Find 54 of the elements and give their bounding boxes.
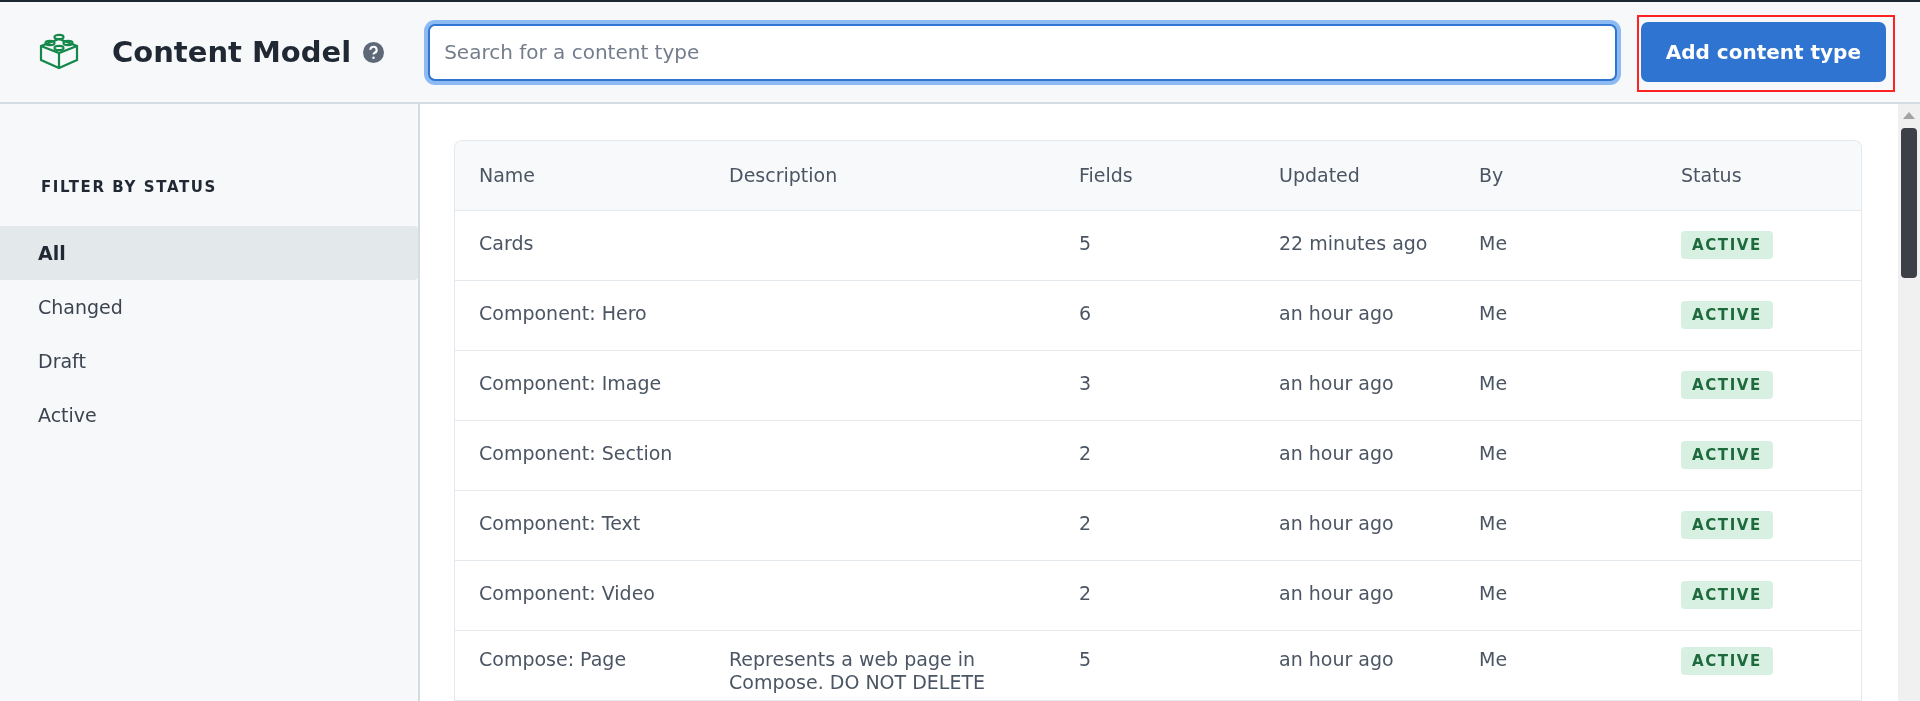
help-icon[interactable] [363, 41, 385, 63]
building-block-icon [38, 32, 80, 72]
table-cell-text: Me [1478, 371, 1509, 395]
table-cell-text: Component: Text [478, 511, 642, 535]
table-cell-text: an hour ago [1278, 581, 1395, 605]
filter-heading: FILTER BY STATUS [41, 178, 218, 196]
status-badge: ACTIVE [1681, 441, 1773, 469]
table-cell-text: Component: Image [478, 371, 663, 395]
table-cell-text: Me [1478, 581, 1509, 605]
status-filter-item[interactable]: All [0, 226, 418, 280]
table-cell-text: 2 [1078, 581, 1093, 605]
table-cell-text: Component: Video [478, 581, 656, 605]
table-cell-text: Me [1478, 647, 1509, 671]
scrollbar-thumb[interactable] [1901, 128, 1917, 278]
status-filter-item[interactable]: Changed [0, 280, 418, 334]
table-cell-text: an hour ago [1278, 441, 1395, 465]
table-cell-text: Component: Hero [478, 301, 648, 325]
status-badge: ACTIVE [1681, 231, 1773, 259]
status-filter-item[interactable]: Active [0, 388, 418, 442]
table-cell-text: Component: Section [478, 441, 674, 465]
status-badge: ACTIVE [1681, 511, 1773, 539]
table-cell-text: Me [1478, 231, 1509, 255]
table-cell-text: Me [1478, 511, 1509, 535]
column-header[interactable]: Name [455, 164, 705, 187]
search-field[interactable]: Search for a content type [428, 23, 1617, 81]
table-cell-text: 2 [1078, 441, 1093, 465]
table-cell-text: an hour ago [1278, 511, 1395, 535]
table-cell-text: an hour ago [1278, 647, 1395, 671]
status-badge: ACTIVE [1681, 301, 1773, 329]
column-header[interactable]: Status [1657, 164, 1861, 187]
table-cell-text: 2 [1078, 511, 1093, 535]
table-cell-text: 3 [1078, 371, 1093, 395]
column-header[interactable]: Fields [1055, 164, 1255, 187]
table-cell-text: an hour ago [1278, 301, 1395, 325]
status-badge: ACTIVE [1681, 371, 1773, 399]
column-header[interactable]: By [1455, 164, 1657, 187]
table-cell-text: Compose: Page [478, 647, 628, 671]
table-cell-text: 6 [1078, 301, 1093, 325]
table-cell-text: an hour ago [1278, 371, 1395, 395]
status-badge: ACTIVE [1681, 647, 1773, 675]
table-cell-text: 5 [1078, 231, 1093, 255]
table-cell-text: Cards [478, 231, 535, 255]
scroll-up-icon[interactable] [1902, 110, 1916, 120]
table-cell-text: Represents a web page in Compose. DO NOT DELETE [728, 647, 987, 694]
table-cell-text: Me [1478, 301, 1509, 325]
status-filter-item[interactable]: Draft [0, 334, 418, 388]
table-cell-text: 5 [1078, 647, 1093, 671]
add-content-type-button[interactable]: Add content type [1640, 22, 1886, 82]
column-header[interactable]: Updated [1255, 164, 1455, 187]
column-header[interactable]: Description [705, 164, 1055, 187]
status-badge: ACTIVE [1681, 581, 1773, 609]
table-cell-text: Me [1478, 441, 1509, 465]
table-cell-text: 22 minutes ago [1278, 231, 1429, 255]
page-title: Content Model [112, 35, 352, 69]
